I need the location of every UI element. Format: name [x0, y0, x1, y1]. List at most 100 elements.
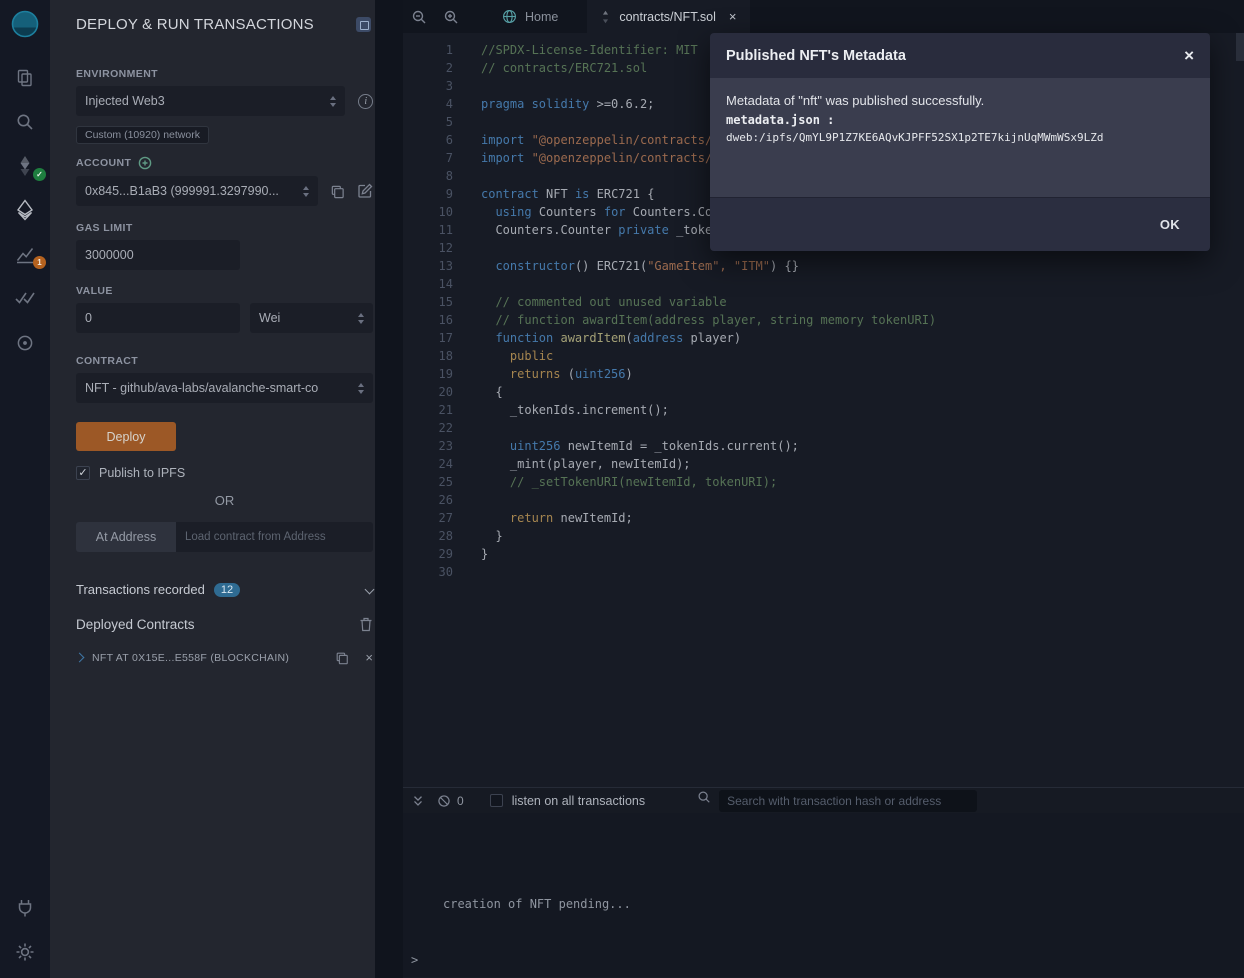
code-line: 20 { — [403, 383, 1244, 401]
copy-account-icon[interactable] — [330, 184, 345, 199]
contract-label: CONTRACT — [76, 355, 373, 367]
code-line: 19 returns (uint256) — [403, 365, 1244, 383]
metadata-file-label: metadata.json : — [726, 113, 1194, 127]
code-line: 25 // _setTokenURI(newItemId, tokenURI); — [403, 473, 1244, 491]
deployed-contract-label: NFT AT 0X15E...E558F (BLOCKCHAIN) — [92, 652, 289, 664]
publish-ipfs-label: Publish to IPFS — [99, 466, 185, 480]
code-line: 24 _mint(player, newItemId); — [403, 455, 1244, 473]
icon-panel: ✓ 1 — [0, 0, 50, 978]
unit-testing-icon[interactable] — [0, 280, 50, 316]
deploy-button[interactable]: Deploy — [76, 422, 176, 451]
pin-icon[interactable] — [356, 17, 371, 32]
account-label: ACCOUNT — [76, 157, 131, 169]
modal-title: Published NFT's Metadata — [726, 48, 906, 64]
account-select[interactable]: 0x845...B1aB3 (999991.3297990... — [76, 176, 318, 206]
select-arrows-icon — [358, 313, 364, 324]
code-line: 23 uint256 newItemId = _tokenIds.current… — [403, 437, 1244, 455]
publish-ipfs-checkbox[interactable]: ✓ — [76, 466, 90, 480]
deployed-contract-item: NFT AT 0X15E...E558F (BLOCKCHAIN) × — [76, 650, 373, 665]
code-line: 28 } — [403, 527, 1244, 545]
terminal-search-icon — [697, 790, 711, 812]
solidity-file-icon — [600, 10, 611, 24]
clear-contracts-icon[interactable] — [359, 617, 373, 632]
compile-success-badge: ✓ — [33, 168, 46, 181]
file-explorer-icon[interactable] — [0, 60, 50, 96]
settings-icon[interactable] — [0, 934, 50, 970]
terminal: 0 listen on all transactions creation of… — [403, 787, 1244, 978]
tab-home[interactable]: Home — [489, 0, 571, 33]
value-label: VALUE — [76, 285, 373, 297]
modal-close-icon[interactable]: × — [1184, 46, 1194, 66]
modal-header: Published NFT's Metadata × — [710, 33, 1210, 78]
ipfs-url: dweb:/ipfs/QmYL9P1Z7KE6AQvKJPFF52SX1p2TE… — [726, 131, 1194, 144]
search-icon[interactable] — [0, 104, 50, 140]
expand-contract-icon[interactable] — [75, 653, 85, 663]
zoom-in-icon[interactable] — [435, 0, 467, 33]
published-metadata-modal: Published NFT's Metadata × Metadata of "… — [710, 33, 1210, 251]
gas-limit-input[interactable] — [76, 240, 240, 270]
modal-footer: OK — [710, 197, 1210, 251]
listen-transactions-checkbox[interactable] — [490, 794, 503, 807]
code-line: 21 _tokenIds.increment(); — [403, 401, 1244, 419]
code-line: 29} — [403, 545, 1244, 563]
gas-limit-label: GAS LIMIT — [76, 222, 373, 234]
globe-icon — [502, 9, 517, 24]
code-line: 18 public — [403, 347, 1244, 365]
sign-message-icon[interactable] — [357, 183, 373, 199]
value-field: VALUE Wei — [76, 285, 373, 333]
account-field: ACCOUNT 0x845...B1aB3 (999991.3297990... — [76, 156, 373, 206]
terminal-body[interactable]: creation of NFT pending... > — [403, 813, 1244, 977]
panel-title: DEPLOY & RUN TRANSACTIONS — [76, 16, 314, 33]
editor-scrollbar[interactable] — [1236, 33, 1244, 61]
or-separator: OR — [76, 493, 373, 508]
remix-ide: ✓ 1 — [0, 0, 1244, 978]
code-line: 22 — [403, 419, 1244, 437]
listen-transactions-label: listen on all transactions — [512, 794, 645, 808]
remove-contract-icon[interactable]: × — [365, 650, 373, 665]
code-line: 16 // function awardItem(address player,… — [403, 311, 1244, 329]
at-address-button[interactable]: At Address — [76, 522, 176, 552]
code-line: 15 // commented out unused variable — [403, 293, 1244, 311]
terminal-output: creation of NFT pending... — [403, 813, 1244, 911]
code-line: 27 return newItemId; — [403, 509, 1244, 527]
contract-field: CONTRACT NFT - github/ava-labs/avalanche… — [76, 355, 373, 403]
pending-block-icon[interactable] — [437, 794, 451, 808]
terminal-search-input[interactable] — [719, 790, 977, 812]
zoom-out-icon[interactable] — [403, 0, 435, 33]
add-account-icon[interactable] — [138, 156, 152, 170]
plugin-icon[interactable] — [0, 325, 50, 361]
deploy-run-icon[interactable] — [0, 192, 50, 228]
static-analysis-icon[interactable]: 1 — [0, 236, 50, 272]
environment-field: ENVIRONMENT Injected Web3 i Custom (1092… — [76, 68, 373, 144]
tab-nft-sol[interactable]: contracts/NFT.sol × — [587, 0, 749, 33]
terminal-prompt: > — [411, 953, 418, 967]
solidity-compiler-icon[interactable]: ✓ — [0, 148, 50, 184]
environment-select[interactable]: Injected Web3 — [76, 86, 345, 116]
terminal-expand-icon[interactable] — [411, 794, 425, 808]
copy-contract-icon[interactable] — [335, 651, 349, 665]
network-badge: Custom (10920) network — [76, 126, 209, 144]
at-address-input[interactable] — [176, 522, 373, 552]
select-arrows-icon — [358, 383, 364, 394]
code-line: 26 — [403, 491, 1244, 509]
select-arrows-icon — [303, 186, 309, 197]
close-tab-icon[interactable]: × — [729, 9, 737, 24]
ok-button[interactable]: OK — [1160, 217, 1180, 232]
modal-message: Metadata of "nft" was published successf… — [726, 93, 1194, 108]
code-line: 13 constructor() ERC721("GameItem", "ITM… — [403, 257, 1244, 275]
deploy-run-panel: DEPLOY & RUN TRANSACTIONS ENVIRONMENT In… — [50, 0, 375, 978]
value-unit-select[interactable]: Wei — [250, 303, 373, 333]
gas-limit-field: GAS LIMIT — [76, 222, 373, 270]
chevron-down-icon[interactable] — [365, 585, 375, 595]
analysis-count-badge: 1 — [33, 256, 46, 269]
plugin-manager-icon[interactable] — [0, 890, 50, 926]
code-line: 30 — [403, 563, 1244, 581]
contract-select[interactable]: NFT - github/ava-labs/avalanche-smart-co — [76, 373, 373, 403]
transactions-count-badge: 12 — [214, 583, 240, 597]
code-line: 17 function awardItem(address player) — [403, 329, 1244, 347]
select-arrows-icon — [330, 96, 336, 107]
value-input[interactable] — [76, 303, 240, 333]
environment-info-icon[interactable]: i — [358, 94, 373, 109]
modal-body: Metadata of "nft" was published successf… — [710, 78, 1210, 197]
remix-logo[interactable] — [9, 8, 41, 40]
